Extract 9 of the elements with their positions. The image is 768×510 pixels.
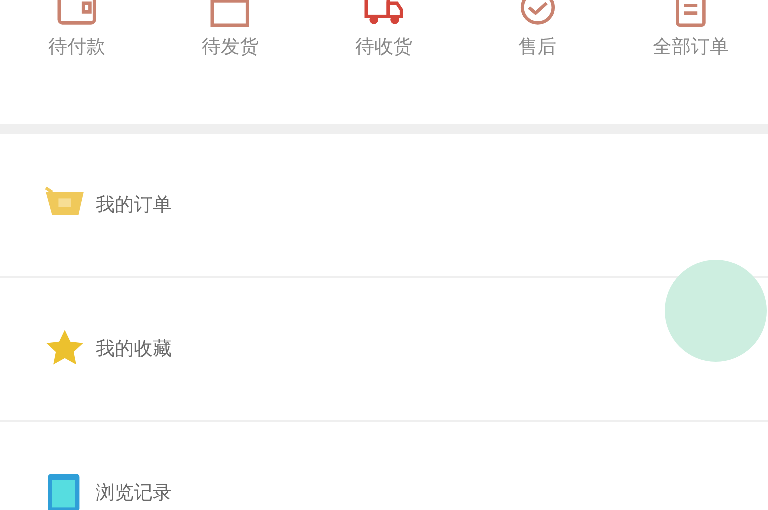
menu-label: 我的收藏	[96, 337, 172, 362]
menu-label: 浏览记录	[96, 481, 172, 506]
box-icon	[208, 0, 252, 28]
order-status-button[interactable]: 待收货	[349, 30, 418, 64]
order-status-button[interactable]: 待发货	[196, 30, 265, 64]
menu-label: 我的订单	[96, 193, 172, 218]
order-status-button[interactable]: 待付款	[42, 30, 112, 64]
order-status-button[interactable]: 全部订单	[647, 30, 736, 64]
order-status-button[interactable]: 售后	[512, 30, 563, 64]
